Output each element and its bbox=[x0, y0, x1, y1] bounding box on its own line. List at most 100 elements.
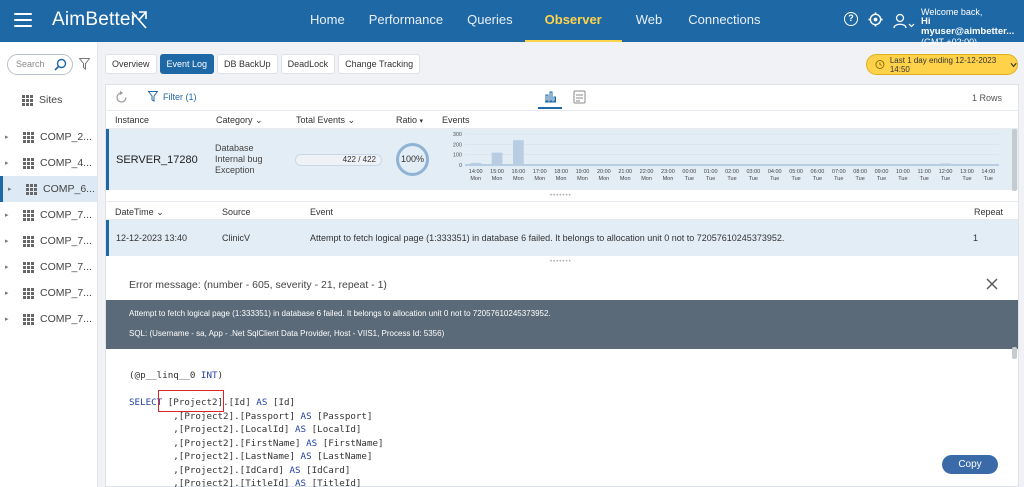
sidebar-item-label: COMP_7... bbox=[40, 209, 92, 221]
x-tick-label: 03:00 bbox=[746, 169, 760, 175]
x-tick-label: 18:00 bbox=[554, 169, 568, 175]
user-icon[interactable] bbox=[893, 13, 915, 29]
x-tick-label: 14:00 bbox=[981, 169, 995, 175]
code-token: [LastName] bbox=[239, 451, 295, 462]
event-bar bbox=[918, 163, 930, 165]
code-token: [LocalId] bbox=[239, 424, 290, 435]
expand-icon[interactable]: ▸ bbox=[5, 263, 15, 271]
tab-deadlock[interactable]: DeadLock bbox=[280, 54, 336, 74]
sidebar-item-server[interactable]: ▸ COMP_4... bbox=[0, 150, 97, 176]
x-tick-label: 09:00 bbox=[875, 169, 889, 175]
x-tick-label: 23:00 bbox=[661, 169, 675, 175]
col-repeat[interactable]: Repeat bbox=[974, 207, 1003, 217]
col-ratio[interactable]: Ratio ▾ bbox=[396, 115, 423, 125]
scrollbar[interactable] bbox=[1012, 129, 1017, 191]
expand-icon[interactable]: ▸ bbox=[5, 211, 15, 219]
help-icon[interactable]: ? bbox=[844, 12, 858, 26]
sidebar-item-server[interactable]: ▸ COMP_7... bbox=[0, 228, 97, 254]
error-title: Error message: (number - 605, severity -… bbox=[129, 279, 387, 291]
log-row[interactable]: 12-12-2023 13:40 ClinicV Attempt to fetc… bbox=[106, 220, 1018, 256]
col-source[interactable]: Source bbox=[222, 207, 251, 217]
copy-button[interactable]: Copy bbox=[942, 455, 998, 474]
nav-home[interactable]: Home bbox=[298, 0, 357, 42]
code-token: ) bbox=[217, 370, 224, 381]
table-view-icon[interactable] bbox=[573, 90, 586, 104]
nav-queries[interactable]: Queries bbox=[455, 0, 525, 42]
sidebar-item-server[interactable]: ▸ COMP_6... bbox=[0, 176, 97, 202]
close-icon[interactable] bbox=[985, 277, 999, 291]
gear-icon[interactable] bbox=[868, 12, 883, 27]
filter-icon[interactable] bbox=[79, 58, 90, 70]
search-icon[interactable] bbox=[54, 58, 67, 71]
sidebar-item-server[interactable]: ▸ COMP_7... bbox=[0, 202, 97, 228]
tab-db-backup[interactable]: DB BackUp bbox=[217, 54, 278, 74]
nav-web[interactable]: Web bbox=[622, 0, 677, 42]
user-info[interactable]: Welcome back, Hi myuser@aimbetter... (GM… bbox=[921, 7, 1024, 47]
tab-overview[interactable]: Overview bbox=[105, 54, 157, 74]
expand-icon[interactable]: ▸ bbox=[5, 315, 15, 323]
x-tick-label: 17:00 bbox=[533, 169, 547, 175]
row-count: 1 Rows bbox=[971, 93, 1002, 103]
refresh-icon[interactable] bbox=[115, 91, 128, 104]
event-bar bbox=[619, 164, 631, 166]
sidebar-item-server[interactable]: ▸ COMP_7... bbox=[0, 306, 97, 332]
category-line: Database bbox=[215, 143, 254, 153]
brand-name[interactable]: AimBetter bbox=[52, 9, 137, 31]
sidebar-item-sites[interactable]: Sites bbox=[0, 87, 97, 113]
nav-performance[interactable]: Performance bbox=[357, 0, 455, 42]
chart-view-button[interactable] bbox=[538, 87, 562, 109]
sidebar-item-label: COMP_7... bbox=[40, 313, 92, 325]
search-input[interactable]: Search bbox=[7, 54, 73, 75]
scrollbar[interactable] bbox=[1012, 347, 1017, 359]
x-tick-day: Tue bbox=[685, 176, 694, 182]
nav-connections[interactable]: Connections bbox=[676, 0, 772, 42]
code-token: [LastName] bbox=[317, 451, 373, 462]
user-name: Hi myuser@aimbetter... bbox=[921, 16, 1015, 37]
resize-handle[interactable]: ••••••• bbox=[550, 193, 572, 199]
x-tick-day: Tue bbox=[770, 176, 779, 182]
tab-change-tracking[interactable]: Change Tracking bbox=[338, 54, 421, 74]
col-instance[interactable]: Instance bbox=[115, 115, 149, 125]
x-tick-day: Tue bbox=[813, 176, 822, 182]
code-token: [TitleId] bbox=[311, 478, 362, 487]
event-bar bbox=[812, 164, 823, 166]
expand-icon[interactable]: ▸ bbox=[8, 185, 18, 193]
x-tick-day: Mon bbox=[577, 176, 588, 182]
code-token: [Passport] bbox=[239, 410, 295, 422]
code-token: INT bbox=[200, 370, 218, 381]
expand-icon[interactable]: ▸ bbox=[5, 237, 15, 245]
sidebar-item-server[interactable]: ▸ COMP_2... bbox=[0, 124, 97, 150]
sidebar-item-server[interactable]: ▸ COMP_7... bbox=[0, 254, 97, 280]
resize-handle[interactable]: ••••••• bbox=[550, 259, 572, 265]
event-bar bbox=[598, 164, 610, 166]
top-bar: AimBetter Home Performance Queries Obser… bbox=[0, 0, 1024, 47]
tab-event-log[interactable]: Event Log bbox=[159, 54, 215, 74]
expand-icon[interactable]: ▸ bbox=[5, 289, 15, 297]
menu-icon[interactable] bbox=[14, 13, 32, 27]
server-icon bbox=[23, 261, 34, 273]
instance-name: SERVER_17280 bbox=[116, 154, 198, 166]
col-datetime[interactable]: DateTime ⌄ bbox=[115, 207, 164, 218]
x-tick-label: 19:00 bbox=[576, 169, 590, 175]
code-token: AS bbox=[300, 410, 312, 422]
date-range-selector[interactable]: Last 1 day ending 12-12-2023 14:50 bbox=[866, 54, 1018, 75]
event-bar bbox=[641, 164, 652, 166]
x-tick-label: 14:00 bbox=[469, 169, 483, 175]
log-source: ClinicV bbox=[222, 233, 251, 243]
instance-row[interactable]: SERVER_17280 Database Internal bug Excep… bbox=[106, 129, 1018, 190]
timezone-text: (GMT +02:00) bbox=[921, 37, 978, 47]
sidebar-item-server[interactable]: ▸ COMP_7... bbox=[0, 280, 97, 306]
col-category[interactable]: Category ⌄ bbox=[216, 115, 263, 126]
server-icon bbox=[23, 287, 34, 299]
x-tick-day: Tue bbox=[920, 176, 929, 182]
filter-button[interactable]: Filter (1) bbox=[148, 91, 197, 102]
x-tick-day: Mon bbox=[470, 176, 481, 182]
col-total-events[interactable]: Total Events ⌄ bbox=[296, 115, 355, 126]
event-bar bbox=[940, 163, 951, 165]
nav-observer[interactable]: Observer bbox=[524, 0, 622, 42]
code-token: AS bbox=[306, 437, 318, 449]
col-event[interactable]: Event bbox=[310, 207, 333, 217]
expand-icon[interactable]: ▸ bbox=[5, 159, 15, 167]
sidebar-item-label: COMP_4... bbox=[40, 157, 92, 169]
expand-icon[interactable]: ▸ bbox=[5, 133, 15, 141]
